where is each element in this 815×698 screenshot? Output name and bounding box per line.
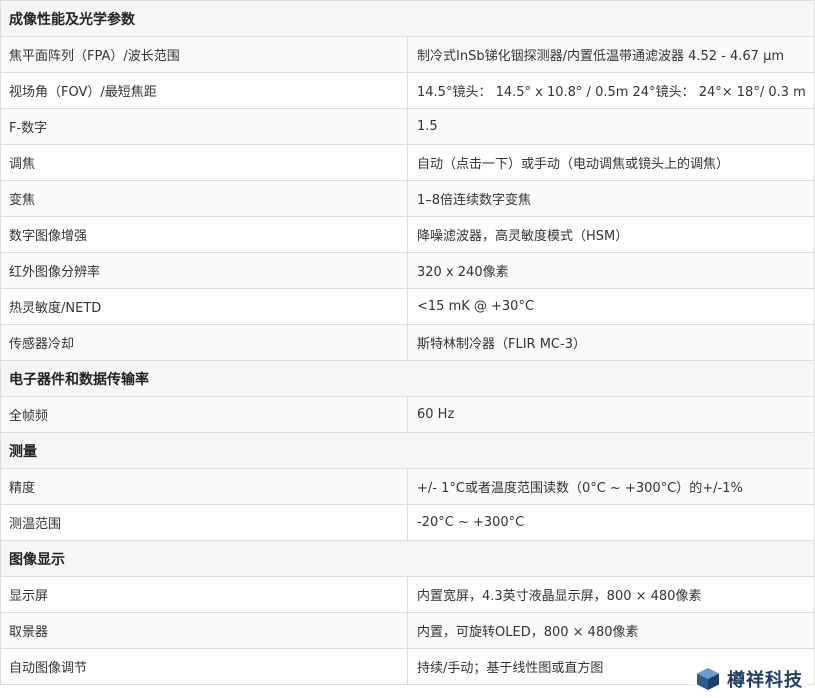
spec-label: F-数字	[0, 108, 408, 145]
spec-value: 1.5	[407, 108, 815, 145]
table-row: 调焦 自动（点击一下）或手动（电动调焦或镜头上的调焦）	[0, 144, 815, 181]
table-row: 数字图像增强 降噪滤波器，高灵敏度模式（HSM）	[0, 216, 815, 253]
spec-label: 视场角（FOV）/最短焦距	[0, 72, 408, 109]
spec-label: 测温范围	[0, 504, 408, 541]
spec-label: 传感器冷却	[0, 324, 408, 361]
spec-label: 自动图像调节	[0, 648, 408, 685]
watermark-text: 樽祥科技	[727, 670, 803, 691]
spec-label: 数字图像增强	[0, 216, 408, 253]
spec-value: 斯特林制冷器（FLIR MC-3）	[407, 324, 815, 361]
section-header: 测量	[0, 432, 815, 469]
table-row: 传感器冷却 斯特林制冷器（FLIR MC-3）	[0, 324, 815, 361]
spec-value: +/- 1°C或者温度范围读数（0°C ~ +300°C）的+/-1%	[407, 468, 815, 505]
section-title: 电子器件和数据传输率	[0, 360, 815, 397]
spec-value: 320 x 240像素	[407, 252, 815, 289]
section-title: 测量	[0, 432, 815, 469]
table-row: 全帧频 60 Hz	[0, 396, 815, 433]
spec-value: <15 mK @ +30°C	[407, 288, 815, 325]
watermark: 樽祥科技	[691, 664, 807, 694]
spec-label: 取景器	[0, 612, 408, 649]
spec-label: 全帧频	[0, 396, 408, 433]
spec-value: 14.5°镜头： 14.5° x 10.8° / 0.5m 24°镜头： 24°…	[407, 72, 815, 109]
section-title: 成像性能及光学参数	[0, 0, 815, 37]
table-row: 精度 +/- 1°C或者温度范围读数（0°C ~ +300°C）的+/-1%	[0, 468, 815, 505]
section-header: 成像性能及光学参数	[0, 0, 815, 37]
section-header: 图像显示	[0, 540, 815, 577]
table-row: 焦平面阵列（FPA）/波长范围 制冷式InSb锑化铟探测器/内置低温带通滤波器 …	[0, 36, 815, 73]
spec-label: 热灵敏度/NETD	[0, 288, 408, 325]
spec-value: 自动（点击一下）或手动（电动调焦或镜头上的调焦）	[407, 144, 815, 181]
section-title: 图像显示	[0, 540, 815, 577]
table-row: 热灵敏度/NETD <15 mK @ +30°C	[0, 288, 815, 325]
table-row: 变焦 1–8倍连续数字变焦	[0, 180, 815, 217]
spec-value: 内置宽屏，4.3英寸液晶显示屏，800 × 480像素	[407, 576, 815, 613]
spec-value: 60 Hz	[407, 396, 815, 433]
spec-table: 成像性能及光学参数 焦平面阵列（FPA）/波长范围 制冷式InSb锑化铟探测器/…	[0, 0, 815, 685]
spec-label: 变焦	[0, 180, 408, 217]
spec-label: 精度	[0, 468, 408, 505]
table-row: 红外图像分辨率 320 x 240像素	[0, 252, 815, 289]
spec-label: 调焦	[0, 144, 408, 181]
section-header: 电子器件和数据传输率	[0, 360, 815, 397]
table-row: 视场角（FOV）/最短焦距 14.5°镜头： 14.5° x 10.8° / 0…	[0, 72, 815, 109]
spec-value: 降噪滤波器，高灵敏度模式（HSM）	[407, 216, 815, 253]
spec-label: 显示屏	[0, 576, 408, 613]
spec-label: 焦平面阵列（FPA）/波长范围	[0, 36, 408, 73]
table-row: 显示屏 内置宽屏，4.3英寸液晶显示屏，800 × 480像素	[0, 576, 815, 613]
table-row: F-数字 1.5	[0, 108, 815, 145]
table-row: 取景器 内置，可旋转OLED，800 × 480像素	[0, 612, 815, 649]
spec-value: 内置，可旋转OLED，800 × 480像素	[407, 612, 815, 649]
table-row: 测温范围 -20°C ~ +300°C	[0, 504, 815, 541]
spec-value: 制冷式InSb锑化铟探测器/内置低温带通滤波器 4.52 - 4.67 µm	[407, 36, 815, 73]
spec-label: 红外图像分辨率	[0, 252, 408, 289]
spec-value: -20°C ~ +300°C	[407, 504, 815, 541]
spec-value: 1–8倍连续数字变焦	[407, 180, 815, 217]
cube-logo-icon	[695, 666, 721, 692]
